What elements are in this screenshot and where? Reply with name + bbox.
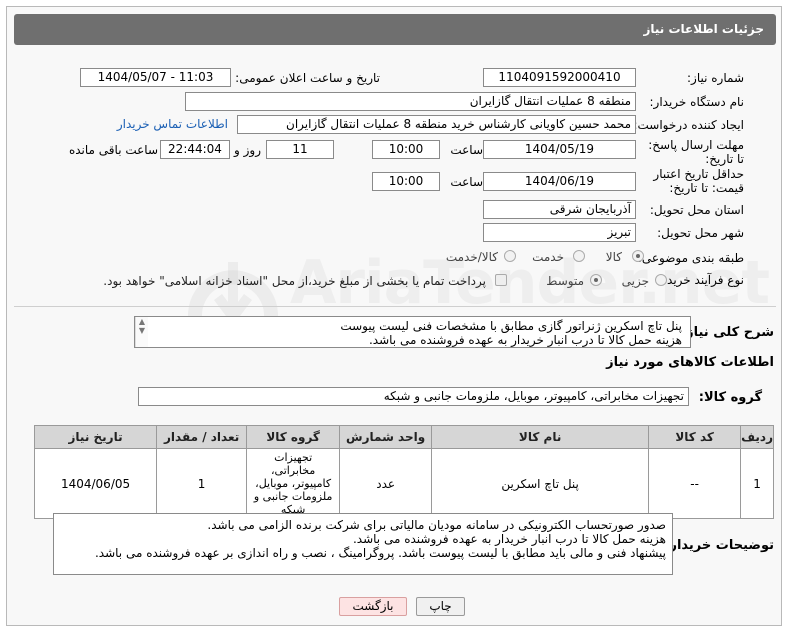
days-label: روز و <box>234 143 261 157</box>
need-number-label: شماره نیاز: <box>687 71 744 85</box>
cell-row: 1 <box>740 448 774 519</box>
validity-label: حداقل تاریخ اعتبار قیمت: تا تاریخ: <box>653 167 744 195</box>
col-name: نام کالا <box>431 425 650 449</box>
deadline-time-label: ساعت <box>450 143 483 157</box>
table-row: 1 -- پنل تاچ اسکرین عدد تجهیزات مخابراتی… <box>33 448 774 519</box>
goods-table-header: ردیف کد کالا نام کالا واحد شمارش گروه کا… <box>33 425 774 449</box>
col-date: تاریخ نیاز <box>33 425 158 449</box>
process-radio-minor[interactable] <box>655 274 667 286</box>
category-label: طبقه بندی موضوعی: <box>637 251 744 265</box>
description-textarea[interactable]: پنل تاچ اسکرین ژنراتور گازی مطابق با مشخ… <box>134 316 691 348</box>
remaining-label: ساعت باقی مانده <box>68 143 158 157</box>
city-field: تبریز <box>483 223 636 242</box>
cell-date: 1404/06/05 <box>33 448 158 519</box>
cell-unit: عدد <box>339 448 433 519</box>
announce-field: 1404/05/07 - 11:03 <box>80 68 231 87</box>
category-radio-service[interactable] <box>573 250 585 262</box>
validity-date-field: 1404/06/19 <box>483 172 636 191</box>
category-service-label: خدمت <box>532 250 564 264</box>
days-field: 11 <box>266 140 334 159</box>
creator-field: محمد حسین کاویانی کارشناس خرید منطقه 8 ع… <box>237 115 636 134</box>
scroll-up-icon[interactable]: ▲ <box>136 317 148 326</box>
description-scrollbar[interactable]: ▲ ▼ <box>135 317 148 347</box>
process-minor-label: جزیی <box>621 274 649 288</box>
cell-code: -- <box>648 448 742 519</box>
page-title: جزئیات اطلاعات نیاز <box>14 14 776 45</box>
description-line: هزینه حمل کالا تا درب انبار خریدار به عه… <box>368 333 682 347</box>
section-divider <box>14 306 776 307</box>
need-number-field: 1104091592000410 <box>483 68 636 87</box>
col-unit: واحد شمارش <box>339 425 433 449</box>
cell-name: پنل تاچ اسکرین <box>431 448 650 519</box>
announce-label: تاریخ و ساعت اعلان عمومی: <box>235 71 380 85</box>
col-group: گروه کالا <box>246 425 341 449</box>
deadline-time-field: 10:00 <box>372 140 440 159</box>
description-label: شرح کلی نیاز: <box>680 325 774 340</box>
treasury-payment-note: پرداخت تمام یا بخشی از مبلغ خرید،از محل … <box>103 274 486 288</box>
col-code: کد کالا <box>648 425 742 449</box>
buyer-notes-textarea[interactable]: صدور صورتحساب الکترونیکی در سامانه مودیا… <box>53 513 673 575</box>
buyer-note-line: هزینه حمل کالا تا درب انبار خریدار به عه… <box>352 532 666 546</box>
process-label: نوع فرآیند خرید : <box>659 273 744 287</box>
process-radio-medium[interactable] <box>590 274 602 286</box>
treasury-payment-checkbox[interactable] <box>495 274 507 286</box>
col-row: ردیف <box>740 425 774 449</box>
creator-label: ایجاد کننده درخواست: <box>633 118 744 132</box>
goods-group-field: تجهیزات مخابراتی، کامپیوتر، موبایل، ملزو… <box>138 387 689 406</box>
goods-group-label: گروه کالا: <box>698 390 762 405</box>
scroll-down-icon[interactable]: ▼ <box>136 326 148 335</box>
validity-time-label: ساعت <box>450 175 483 189</box>
process-medium-label: متوسط <box>546 274 584 288</box>
deadline-label: مهلت ارسال پاسخ: تا تاریخ: <box>648 138 744 166</box>
buyer-contact-link[interactable]: اطلاعات تماس خریدار <box>117 117 228 131</box>
description-line: پنل تاچ اسکرین ژنراتور گازی مطابق با مشخ… <box>340 319 682 333</box>
buyer-org-field: منطقه 8 عملیات انتقال گازایران <box>185 92 636 111</box>
remaining-time-field: 22:44:04 <box>160 140 230 159</box>
category-radio-goods-service[interactable] <box>504 250 516 262</box>
category-goods-service-label: کالا/خدمت <box>445 250 498 264</box>
buyer-note-line: پیشنهاد فنی و مالی باید مطابق با لیست پی… <box>94 546 666 560</box>
cell-group: تجهیزات مخابراتی، کامپیوتر، موبایل، ملزو… <box>246 448 341 519</box>
deadline-date-field: 1404/05/19 <box>483 140 636 159</box>
province-field: آذربایجان شرقی <box>483 200 636 219</box>
buyer-notes-label: توضیحات خریدار: <box>664 538 774 553</box>
province-label: استان محل تحویل: <box>649 203 744 217</box>
goods-section-title: اطلاعات کالاهای مورد نیاز <box>606 355 774 370</box>
city-label: شهر محل تحویل: <box>657 226 744 240</box>
back-button[interactable]: بازگشت <box>339 597 407 616</box>
goods-table: ردیف کد کالا نام کالا واحد شمارش گروه کا… <box>33 425 774 519</box>
buyer-note-line: صدور صورتحساب الکترونیکی در سامانه مودیا… <box>207 518 666 532</box>
col-qty: تعداد / مقدار <box>156 425 248 449</box>
category-radio-goods[interactable] <box>632 250 644 262</box>
cell-qty: 1 <box>156 448 248 519</box>
category-goods-label: کالا <box>605 250 622 264</box>
print-button[interactable]: چاپ <box>416 597 465 616</box>
buyer-org-label: نام دستگاه خریدار: <box>649 95 745 109</box>
validity-time-field: 10:00 <box>372 172 440 191</box>
